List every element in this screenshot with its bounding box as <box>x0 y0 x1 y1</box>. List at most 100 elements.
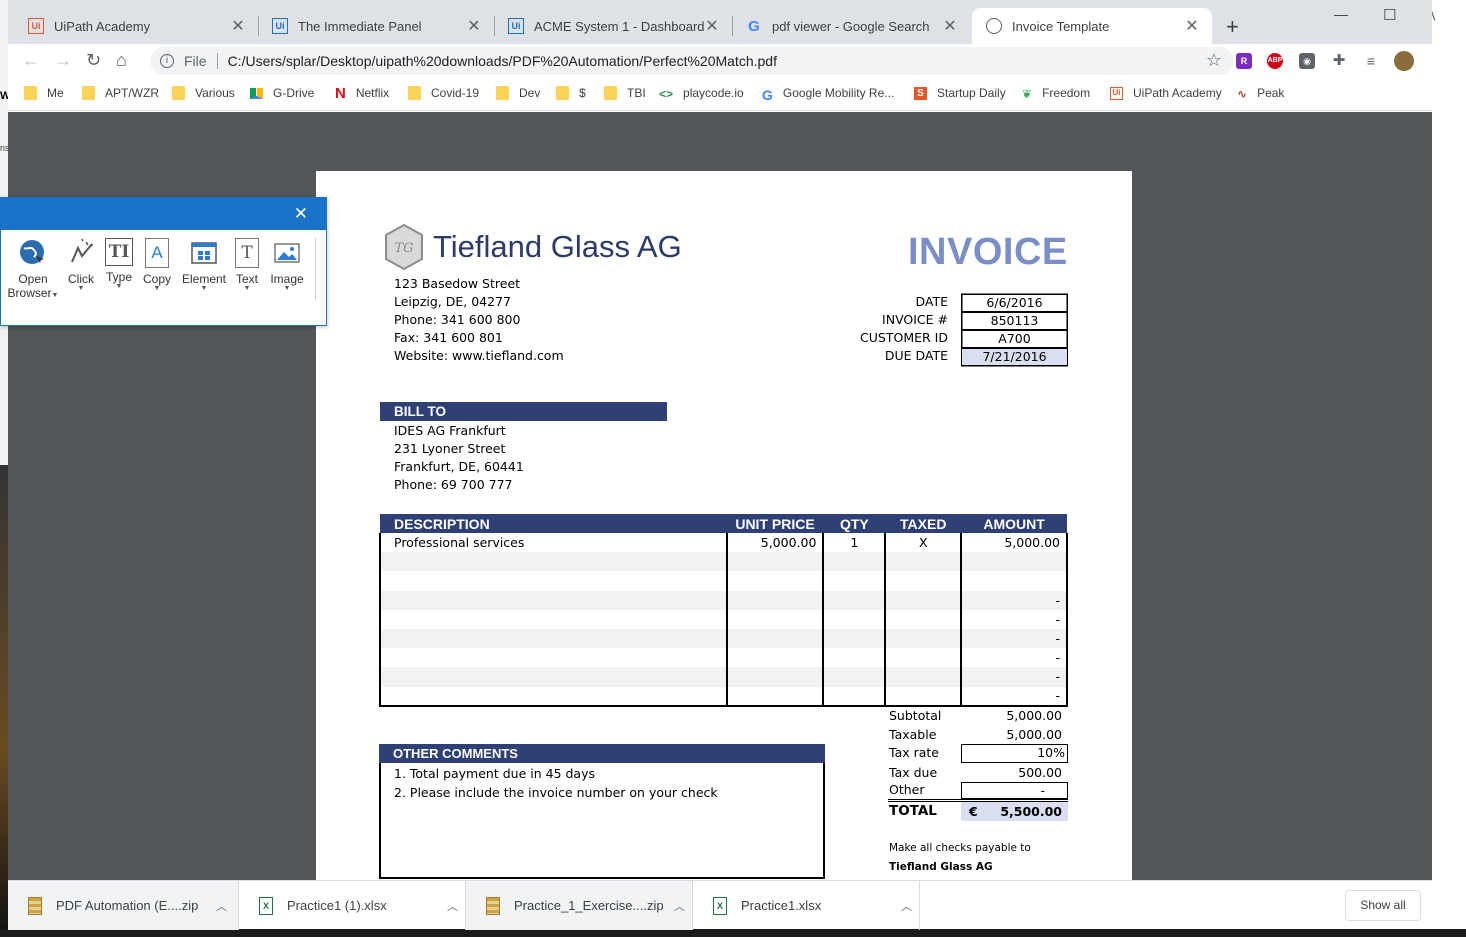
close-tab-icon[interactable]: ✕ <box>942 16 958 36</box>
address-bar[interactable]: i File C:/Users/splar/Desktop/uipath%20d… <box>150 47 1234 75</box>
bookmark-item[interactable]: ∿ Peak <box>1237 86 1284 101</box>
download-item[interactable]: X Practice1 (1).xlsx ︿ <box>239 881 465 930</box>
bookmark-item[interactable]: $ <box>556 86 586 100</box>
bookmark-item[interactable]: TBI <box>604 86 646 100</box>
download-item[interactable]: PDF Automation (E....zip ︿ <box>8 881 238 930</box>
reading-list-icon[interactable]: ≡ <box>1363 53 1379 69</box>
bookmark-item[interactable]: Ui UiPath Academy <box>1110 86 1222 100</box>
chevron-up-icon[interactable]: ︿ <box>216 898 227 914</box>
other-label: Other <box>889 782 925 797</box>
close-tab-icon[interactable]: ✕ <box>704 16 720 36</box>
forward-button[interactable]: → <box>54 50 72 71</box>
excel-file-icon: X <box>713 896 727 915</box>
open-browser-button[interactable]: Open Browser▼ <box>7 238 59 300</box>
back-button[interactable]: ← <box>22 50 40 71</box>
site-info-icon[interactable]: i <box>160 54 174 68</box>
download-item[interactable]: Practice_1_Exercise....zip ︿ <box>466 881 692 930</box>
copy-button[interactable]: A Copy ▼ <box>141 238 173 292</box>
tab-immediate-panel[interactable]: Ui The Immediate Panel ✕ <box>258 8 494 44</box>
table-cell: - <box>960 686 1068 707</box>
table-cell <box>379 590 728 610</box>
table-cell: - <box>960 609 1068 629</box>
table-row: - <box>379 686 1068 707</box>
chevron-up-icon[interactable]: ︿ <box>901 898 912 914</box>
bookmark-item[interactable]: G-Drive <box>250 86 314 100</box>
address-line: Phone: 341 600 800 <box>394 312 521 327</box>
google-icon: G <box>748 17 760 35</box>
table-cell <box>822 609 887 629</box>
tax-rate-value: 10% <box>961 744 1068 763</box>
payable-name: Tiefland Glass AG <box>889 861 993 873</box>
close-tab-icon[interactable]: ✕ <box>230 16 246 36</box>
chevron-up-icon[interactable]: ︿ <box>447 898 458 914</box>
table-cell: 5,000.00 <box>960 533 1068 553</box>
type-text-icon: TI <box>105 238 133 266</box>
bookmark-item[interactable]: <> playcode.io <box>659 86 744 101</box>
adblock-icon[interactable]: ABP <box>1267 53 1283 69</box>
bookmark-item[interactable]: Me <box>24 86 64 100</box>
startup-daily-icon: S <box>914 86 927 100</box>
extensions-puzzle-icon[interactable]: ✚ <box>1331 53 1347 69</box>
bill-to-line: IDES AG Frankfurt <box>394 423 506 438</box>
bookmark-item[interactable]: G Google Mobility Re... <box>762 86 894 103</box>
freedom-icon: ❦ <box>1022 86 1033 101</box>
click-cursor-icon <box>66 238 96 268</box>
address-line: Website: www.tiefland.com <box>394 348 564 363</box>
comment-line: 2. Please include the invoice number on … <box>394 785 718 800</box>
table-cell <box>379 667 728 687</box>
tab-invoice-template[interactable]: Invoice Template ✕ <box>972 8 1212 44</box>
taskbar-edge <box>0 929 1466 937</box>
tab-uipath-academy[interactable]: Ui UiPath Academy ✕ <box>14 8 258 44</box>
tab-acme-dashboard[interactable]: Ui ACME System 1 - Dashboard ✕ <box>494 8 732 44</box>
privacy-icon[interactable]: ◉ <box>1299 53 1315 69</box>
subtotal-label: Subtotal <box>889 708 942 723</box>
type-button[interactable]: TI Type ▼ <box>103 238 135 290</box>
excel-file-icon: X <box>259 896 273 915</box>
address-url[interactable]: C:/Users/splar/Desktop/uipath%20download… <box>228 53 777 69</box>
profile-avatar[interactable] <box>1394 51 1414 71</box>
close-icon[interactable]: ✕ <box>294 204 308 224</box>
comments-header: OTHER COMMENTS <box>379 744 825 763</box>
tax-due-value: 500.00 <box>1018 765 1062 780</box>
table-cell: - <box>960 667 1068 687</box>
table-cell <box>884 590 963 610</box>
home-button[interactable]: ⌂ <box>116 50 127 71</box>
globe-icon <box>986 18 1002 34</box>
close-tab-icon[interactable]: ✕ <box>1184 16 1200 36</box>
table-cell <box>822 590 887 610</box>
table-cell <box>960 571 1068 591</box>
table-cell <box>725 648 825 668</box>
invoice-title: INVOICE <box>908 231 1068 273</box>
bookmark-item[interactable]: Dev <box>496 86 540 100</box>
bookmark-item[interactable]: ❦ Freedom <box>1022 86 1090 101</box>
click-button[interactable]: Click ▼ <box>65 238 97 292</box>
bookmark-item[interactable]: APT/WZR <box>82 86 159 100</box>
element-button[interactable]: Element ▼ <box>180 238 228 292</box>
table-row: - <box>379 590 1068 610</box>
new-tab-button[interactable]: + <box>1226 14 1239 40</box>
meta-label-due-date: DUE DATE <box>884 348 948 363</box>
minimize-button[interactable]: — <box>1334 6 1348 22</box>
taxable-label: Taxable <box>889 727 937 742</box>
rakuten-icon[interactable]: R <box>1236 53 1252 69</box>
chevron-up-icon[interactable]: ︿ <box>674 898 685 914</box>
show-all-button[interactable]: Show all <box>1345 890 1421 921</box>
bookmark-item[interactable]: S Startup Daily <box>914 86 1006 100</box>
tax-due-label: Tax due <box>889 765 938 780</box>
bookmark-item[interactable]: Covid-19 <box>408 86 479 100</box>
download-item[interactable]: X Practice1.xlsx ︿ <box>693 881 919 930</box>
bookmark-star-icon[interactable]: ☆ <box>1206 50 1222 71</box>
text-button[interactable]: T Text ▼ <box>231 238 263 292</box>
recorder-titlebar[interactable]: ✕ <box>1 198 326 230</box>
close-tab-icon[interactable]: ✕ <box>466 16 482 36</box>
bookmark-item[interactable]: N Netflix <box>335 86 389 101</box>
tab-google-search[interactable]: G pdf viewer - Google Search ✕ <box>732 8 970 44</box>
folder-icon <box>556 86 569 100</box>
uipath-orange-icon: Ui <box>1110 86 1123 100</box>
image-button[interactable]: Image ▼ <box>267 238 307 292</box>
reload-button[interactable]: ↻ <box>86 50 101 71</box>
bookmark-item[interactable]: Various <box>172 86 235 100</box>
maximize-button[interactable]: ☐ <box>1383 6 1396 24</box>
tab-strip: Ui UiPath Academy ✕ Ui The Immediate Pan… <box>8 0 1432 44</box>
table-cell <box>822 628 887 649</box>
